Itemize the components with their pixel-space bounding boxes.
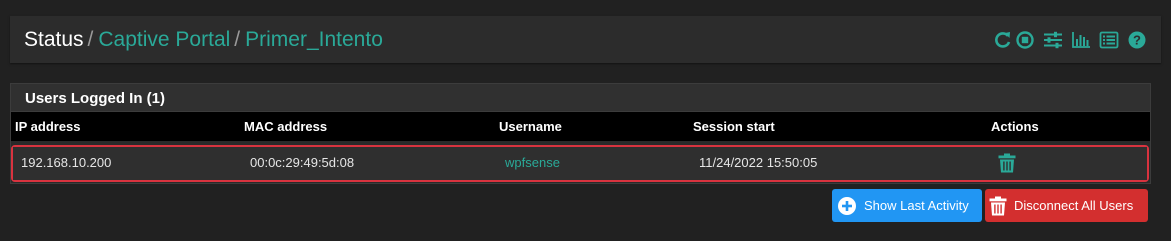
column-header-session-start: Session start bbox=[693, 119, 775, 134]
sliders-icon[interactable] bbox=[1043, 30, 1063, 50]
bar-chart-icon[interactable] bbox=[1071, 30, 1091, 50]
breadcrumb-zone-link[interactable]: Primer_Intento bbox=[245, 28, 383, 51]
cell-username-link[interactable]: wpfsense bbox=[505, 155, 560, 170]
breadcrumb-separator: / bbox=[87, 28, 94, 51]
disconnect-all-users-label: Disconnect All Users bbox=[1014, 198, 1134, 213]
column-header-actions: Actions bbox=[991, 119, 1039, 134]
list-icon[interactable] bbox=[1099, 30, 1119, 50]
trash-icon bbox=[989, 196, 1007, 215]
disconnect-all-users-button[interactable]: Disconnect All Users bbox=[985, 189, 1148, 222]
highlighted-row-outline: 192.168.10.200 00:0c:29:49:5d:08 wpfsens… bbox=[11, 145, 1149, 182]
column-header-mac: MAC address bbox=[244, 119, 328, 134]
reload-icon[interactable] bbox=[993, 30, 1013, 50]
stop-icon[interactable] bbox=[1015, 30, 1035, 50]
panel-title: Users Logged In (1) bbox=[11, 84, 1150, 112]
cell-mac-address: 00:0c:29:49:5d:08 bbox=[250, 155, 355, 170]
header-icon-bar: ? bbox=[993, 30, 1147, 50]
breadcrumb-captive-portal-link[interactable]: Captive Portal bbox=[98, 28, 230, 51]
show-last-activity-button[interactable]: Show Last Activity bbox=[832, 189, 982, 222]
breadcrumb: Status / Captive Portal / Primer_Intento bbox=[24, 27, 383, 53]
plus-circle-icon bbox=[838, 196, 856, 215]
breadcrumb-separator: / bbox=[234, 28, 241, 51]
column-header-username: Username bbox=[499, 119, 562, 134]
users-logged-in-panel: Users Logged In (1) IP address MAC addre… bbox=[10, 83, 1151, 184]
column-header-ip: IP address bbox=[15, 119, 81, 134]
breadcrumb-status: Status bbox=[24, 28, 84, 51]
page-header: Status/Captive Portal/Primer_Intento bbox=[10, 16, 1161, 63]
help-icon[interactable]: ? bbox=[1127, 30, 1147, 50]
show-last-activity-label: Show Last Activity bbox=[864, 198, 969, 213]
cell-ip-address: 192.168.10.200 bbox=[21, 155, 112, 170]
table-header: IP address MAC address Username Session … bbox=[11, 112, 1150, 141]
trash-icon[interactable] bbox=[998, 153, 1016, 173]
cell-session-start: 11/24/2022 15:50:05 bbox=[699, 155, 818, 170]
table-row: 192.168.10.200 00:0c:29:49:5d:08 wpfsens… bbox=[13, 147, 1147, 180]
svg-text:?: ? bbox=[1133, 33, 1141, 48]
